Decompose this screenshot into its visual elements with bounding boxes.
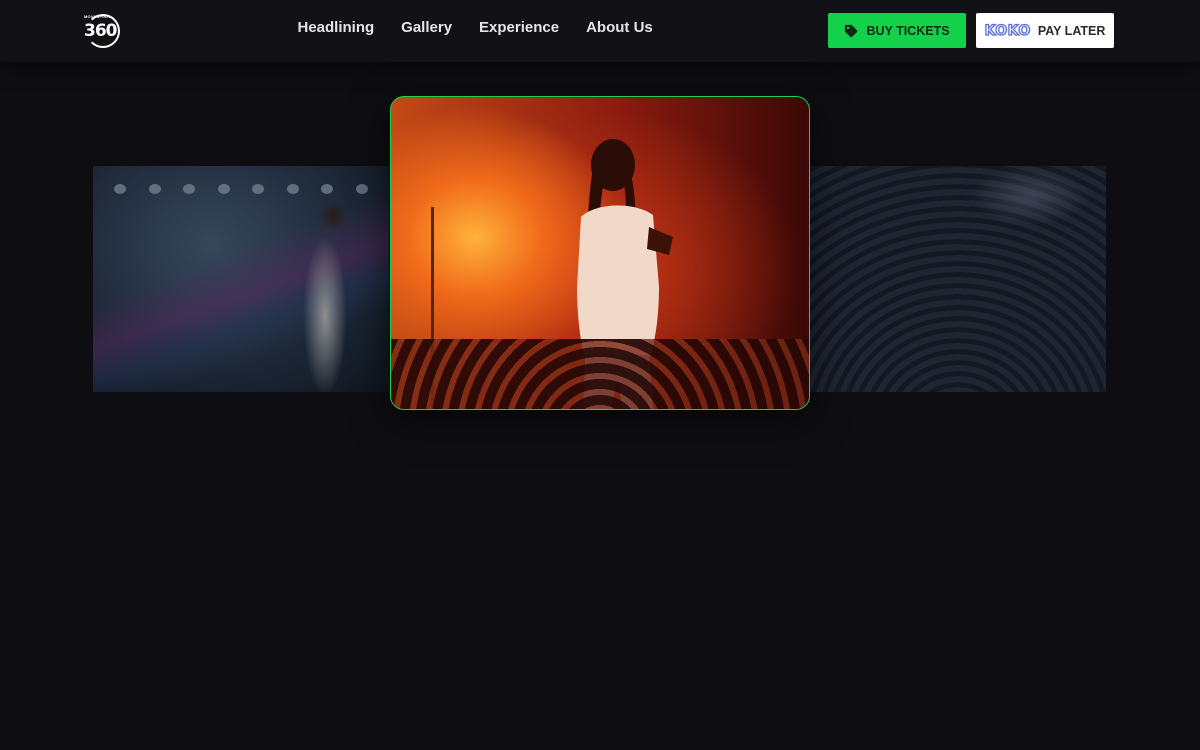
tag-icon: [845, 24, 858, 37]
koko-logo: KOKO: [984, 22, 1031, 39]
crowd: [391, 339, 809, 409]
site-header: MOVASPIRIT 360 Headlining Gallery Experi…: [0, 0, 1200, 62]
slide-dim-overlay: [93, 166, 389, 392]
nav-item-gallery[interactable]: Gallery: [401, 19, 452, 36]
nav-item-about-us[interactable]: About Us: [586, 19, 653, 36]
logo-number: 360: [84, 21, 117, 41]
slide-dim-overlay: [810, 166, 1106, 392]
gallery-carousel: [0, 62, 1200, 462]
gallery-slide-previous[interactable]: [93, 166, 389, 392]
site-logo[interactable]: MOVASPIRIT 360: [84, 12, 122, 50]
nav-item-experience[interactable]: Experience: [479, 19, 559, 36]
buy-tickets-label: BUY TICKETS: [866, 23, 950, 38]
buy-tickets-button[interactable]: BUY TICKETS: [828, 13, 966, 48]
gallery-slide-next[interactable]: [810, 166, 1106, 392]
nav-item-headlining[interactable]: Headlining: [298, 19, 375, 36]
koko-pay-later-button[interactable]: KOKO PAY LATER: [976, 13, 1114, 48]
pay-later-label: PAY LATER: [1037, 23, 1106, 38]
main-nav: Headlining Gallery Experience About Us: [284, 19, 666, 36]
logo-brand-text: MOVASPIRIT: [84, 14, 111, 19]
gallery-slide-active[interactable]: [390, 96, 810, 410]
